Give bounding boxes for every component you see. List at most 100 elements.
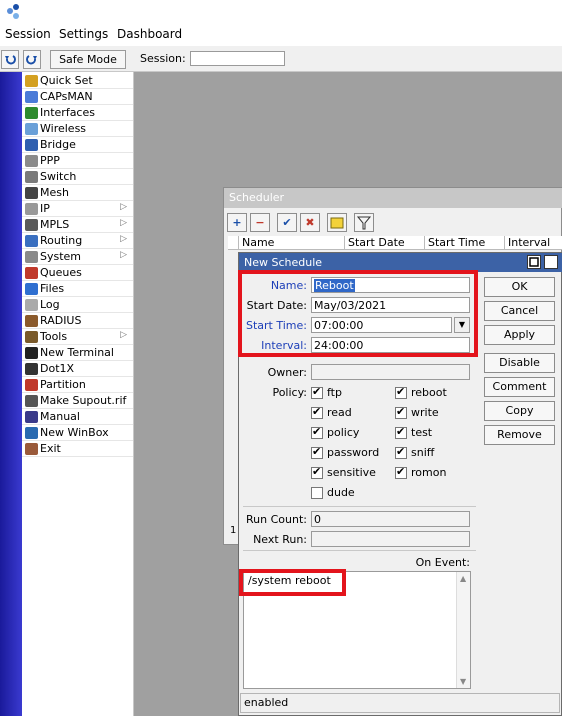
sidebar-item-label: Dot1X — [40, 362, 75, 375]
comment-button[interactable]: Comment — [484, 377, 555, 397]
sidebar-item[interactable]: New Terminal — [22, 345, 133, 361]
terminal-icon — [25, 347, 38, 359]
sidebar-item[interactable]: Log — [22, 297, 133, 313]
menu-dashboard[interactable]: Dashboard — [117, 27, 182, 41]
sidebar-item[interactable]: Files — [22, 281, 133, 297]
policy-checkbox[interactable]: ✔ — [395, 425, 407, 439]
sidebar-item[interactable]: Dot1X — [22, 361, 133, 377]
policy-label-password: password — [327, 446, 380, 459]
maximize-button[interactable] — [527, 255, 541, 269]
filter-button[interactable] — [354, 213, 374, 232]
sidebar-item[interactable]: PPP — [22, 153, 133, 169]
mpls-icon — [25, 219, 38, 231]
policy-checkbox[interactable]: ✔ — [395, 385, 407, 399]
policy-checkbox[interactable] — [311, 487, 323, 499]
exit-icon — [25, 443, 38, 455]
sidebar-item[interactable]: System ▷ — [22, 249, 133, 265]
sidebar-item-label: CAPsMAN — [40, 90, 93, 103]
redo-button[interactable] — [23, 50, 41, 69]
sidebar-item[interactable]: CAPsMAN — [22, 89, 133, 105]
sidebar-item[interactable]: Queues — [22, 265, 133, 281]
close-button[interactable]: × — [544, 255, 558, 269]
session-field[interactable] — [190, 51, 285, 66]
new-schedule-dialog: New Schedule × Name: Reboot Start Date: … — [238, 252, 562, 716]
scheduler-title-bar: Scheduler — [224, 188, 562, 208]
policy-label: Policy: — [272, 386, 307, 399]
wireless-icon — [25, 123, 38, 135]
col-name[interactable]: Name — [238, 236, 345, 250]
policy-checkbox[interactable]: ✔ — [311, 385, 323, 399]
capsman-icon — [25, 91, 38, 103]
menu-session[interactable]: Session — [5, 27, 51, 41]
checkmark-icon: ✔ — [396, 425, 406, 438]
sidebar-item[interactable]: Interfaces — [22, 105, 133, 121]
checkmark-icon: ✔ — [312, 465, 322, 478]
sidebar-item[interactable]: Exit — [22, 441, 133, 457]
sidebar-item[interactable]: Quick Set — [22, 73, 133, 89]
textarea-scrollbar[interactable]: ▲ ▼ — [456, 572, 470, 688]
sidebar-item[interactable]: Manual — [22, 409, 133, 425]
copy-button[interactable]: Copy — [484, 401, 555, 421]
sidebar-item-label: Interfaces — [40, 106, 95, 119]
policy-checkbox[interactable]: ✔ — [311, 405, 323, 419]
sidebar-item-label: Wireless — [40, 122, 87, 135]
policy-checkbox[interactable]: ✔ — [395, 445, 407, 459]
sidebar-item[interactable]: Wireless — [22, 121, 133, 137]
policy-checkbox[interactable]: ✔ — [311, 465, 323, 479]
scheduler-table-header: Name Start Date Start Time Interval — [228, 236, 562, 250]
policy-label-read: read — [327, 406, 352, 419]
sidebar-item[interactable]: RADIUS — [22, 313, 133, 329]
sidebar-item[interactable]: Bridge — [22, 137, 133, 153]
submenu-arrow-icon: ▷ — [120, 218, 127, 228]
x-icon: ✖ — [305, 216, 315, 229]
on-event-label: On Event: — [415, 556, 470, 569]
apply-button[interactable]: Apply — [484, 325, 555, 345]
scheduler-title: Scheduler — [229, 191, 285, 204]
sidebar-item[interactable]: Mesh — [22, 185, 133, 201]
enable-button[interactable]: ✔ — [277, 213, 297, 232]
col-interval[interactable]: Interval — [504, 236, 562, 250]
sidebar-item[interactable]: Make Supout.rif — [22, 393, 133, 409]
disable-button[interactable]: ✖ — [300, 213, 320, 232]
policy-checkbox[interactable]: ✔ — [395, 405, 407, 419]
add-button[interactable]: + — [227, 213, 247, 232]
remove-button[interactable]: − — [250, 213, 270, 232]
undo-button[interactable] — [1, 50, 19, 69]
undo-icon — [5, 55, 16, 65]
note-icon — [330, 217, 344, 229]
maximize-icon — [529, 257, 539, 267]
files-icon — [25, 283, 38, 295]
sidebar-item[interactable]: Tools ▷ — [22, 329, 133, 345]
status-bar: enabled — [240, 693, 560, 713]
sidebar-item-label: System — [40, 250, 82, 263]
sidebar-item-label: MPLS — [40, 218, 70, 231]
title-bar — [0, 0, 562, 25]
owner-field[interactable] — [311, 364, 470, 380]
safe-mode-button[interactable]: Safe Mode — [50, 50, 126, 69]
sidebar-item-label: Mesh — [40, 186, 69, 199]
supout-icon — [25, 395, 38, 407]
sidebar-item[interactable]: IP ▷ — [22, 201, 133, 217]
sidebar-item[interactable]: MPLS ▷ — [22, 217, 133, 233]
highlight-box-fields — [238, 270, 478, 357]
bridge-icon — [25, 139, 38, 151]
policy-checkbox[interactable]: ✔ — [311, 425, 323, 439]
menu-settings[interactable]: Settings — [59, 27, 108, 41]
policy-checkbox[interactable]: ✔ — [395, 465, 407, 479]
sidebar-item-label: Quick Set — [40, 74, 93, 87]
sidebar-item[interactable]: New WinBox — [22, 425, 133, 441]
menu-bar: Session Settings Dashboard — [0, 25, 562, 46]
col-start-time[interactable]: Start Time — [424, 236, 504, 250]
comment-button[interactable] — [327, 213, 347, 232]
sidebar-item[interactable]: Switch — [22, 169, 133, 185]
sidebar-item[interactable]: Partition — [22, 377, 133, 393]
winbox-icon — [25, 427, 38, 439]
minus-icon: − — [255, 216, 265, 229]
ok-button[interactable]: OK — [484, 277, 555, 297]
policy-checkbox[interactable]: ✔ — [311, 445, 323, 459]
cancel-button[interactable]: Cancel — [484, 301, 555, 321]
col-start-date[interactable]: Start Date — [344, 236, 424, 250]
disable-button[interactable]: Disable — [484, 353, 555, 373]
sidebar-item[interactable]: Routing ▷ — [22, 233, 133, 249]
remove-button[interactable]: Remove — [484, 425, 555, 445]
